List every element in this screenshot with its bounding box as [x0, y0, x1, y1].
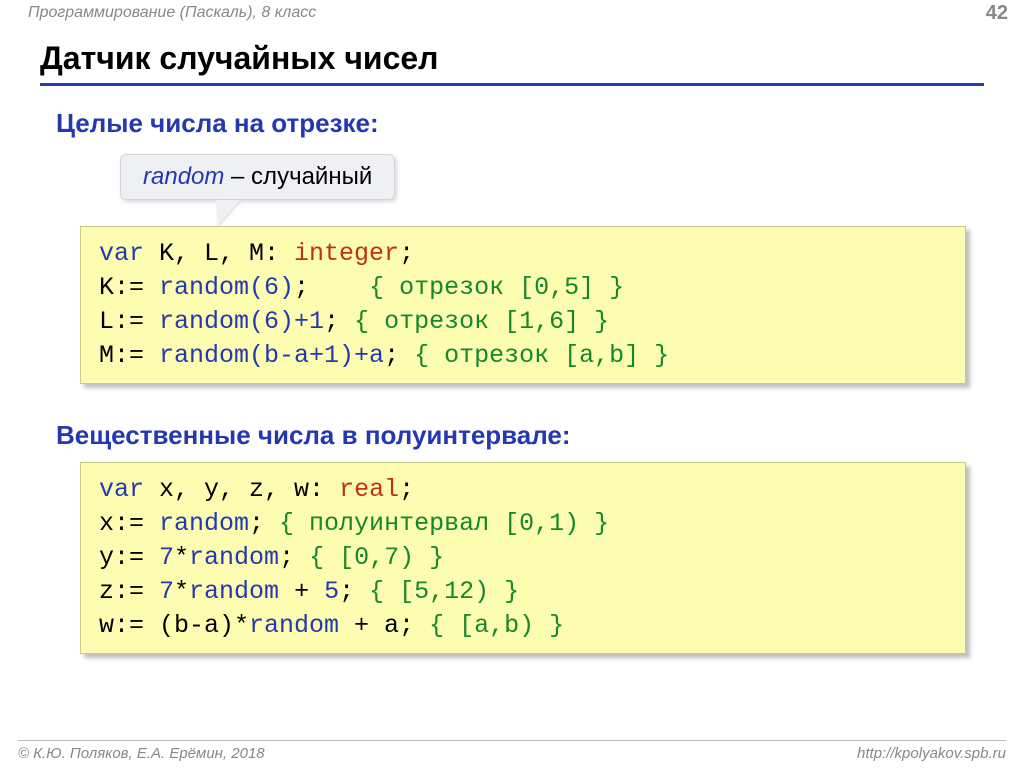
code-token: *: [174, 543, 189, 572]
code-token: random(6): [159, 273, 294, 302]
code-token: M:=: [99, 341, 159, 370]
code-token: { [a,b) }: [429, 611, 564, 640]
code-token: random: [189, 577, 279, 606]
code-token: ;: [324, 307, 354, 336]
code-token: { полуинтервал [0,1) }: [279, 509, 609, 538]
code-token: real: [339, 475, 399, 504]
page-number: 42: [986, 2, 1008, 25]
code-token: { отрезок [1,6] }: [354, 307, 609, 336]
code-token: random: [249, 611, 339, 640]
slide-title: Датчик случайных чисел: [40, 40, 984, 86]
callout-keyword: random: [143, 163, 224, 190]
code-box-reals: var x, y, z, w: real; x:= random; { полу…: [80, 462, 966, 654]
code-token: *: [174, 577, 189, 606]
code-token: z:=: [99, 577, 159, 606]
callout-rest: – случайный: [224, 163, 372, 190]
code-token: ;: [399, 475, 414, 504]
code-token: x, y, z, w:: [144, 475, 339, 504]
code-token: ;: [294, 273, 369, 302]
code-token: random(b-a+1)+a: [159, 341, 384, 370]
footer-divider: [18, 740, 1006, 741]
code-token: { отрезок [a,b] }: [414, 341, 669, 370]
code-token: ;: [384, 341, 414, 370]
code-token: K, L, M:: [144, 239, 294, 268]
code-token: + a;: [339, 611, 429, 640]
code-token: x:=: [99, 509, 159, 538]
code-token: L:=: [99, 307, 159, 336]
footer-right: http://kpolyakov.spb.ru: [857, 745, 1006, 762]
code-token: { [0,7) }: [309, 543, 444, 572]
code-token: random: [159, 509, 249, 538]
code-token: random: [189, 543, 279, 572]
code-token: ;: [339, 577, 369, 606]
code-token: y:=: [99, 543, 159, 572]
code-token: random(6)+1: [159, 307, 324, 336]
code-token: (b-a)*: [159, 611, 249, 640]
code-token: +: [279, 577, 324, 606]
code-token: { [5,12) }: [369, 577, 519, 606]
callout-tail-icon: [208, 200, 240, 226]
subtitle-integers: Целые числа на отрезке:: [56, 108, 379, 139]
footer: © К.Ю. Поляков, Е.А. Ерёмин, 2018 http:/…: [0, 740, 1024, 762]
code-token: 5: [324, 577, 339, 606]
callout-random: random – случайный: [120, 154, 395, 200]
code-token: var: [99, 239, 144, 268]
code-token: ;: [399, 239, 414, 268]
code-token: ;: [279, 543, 309, 572]
subtitle-reals: Вещественные числа в полуинтервале:: [56, 420, 571, 451]
code-token: { отрезок [0,5] }: [369, 273, 624, 302]
code-token: integer: [294, 239, 399, 268]
code-token: 7: [159, 543, 174, 572]
code-token: w:=: [99, 611, 159, 640]
code-token: var: [99, 475, 144, 504]
header-bar: Программирование (Паскаль), 8 класс 42: [0, 0, 1024, 30]
code-token: K:=: [99, 273, 159, 302]
code-box-integers: var K, L, M: integer; K:= random(6); { о…: [80, 226, 966, 384]
header-topic: Программирование (Паскаль), 8 класс: [28, 4, 316, 21]
footer-left: © К.Ю. Поляков, Е.А. Ерёмин, 2018: [18, 745, 265, 762]
code-token: ;: [249, 509, 279, 538]
code-token: 7: [159, 577, 174, 606]
